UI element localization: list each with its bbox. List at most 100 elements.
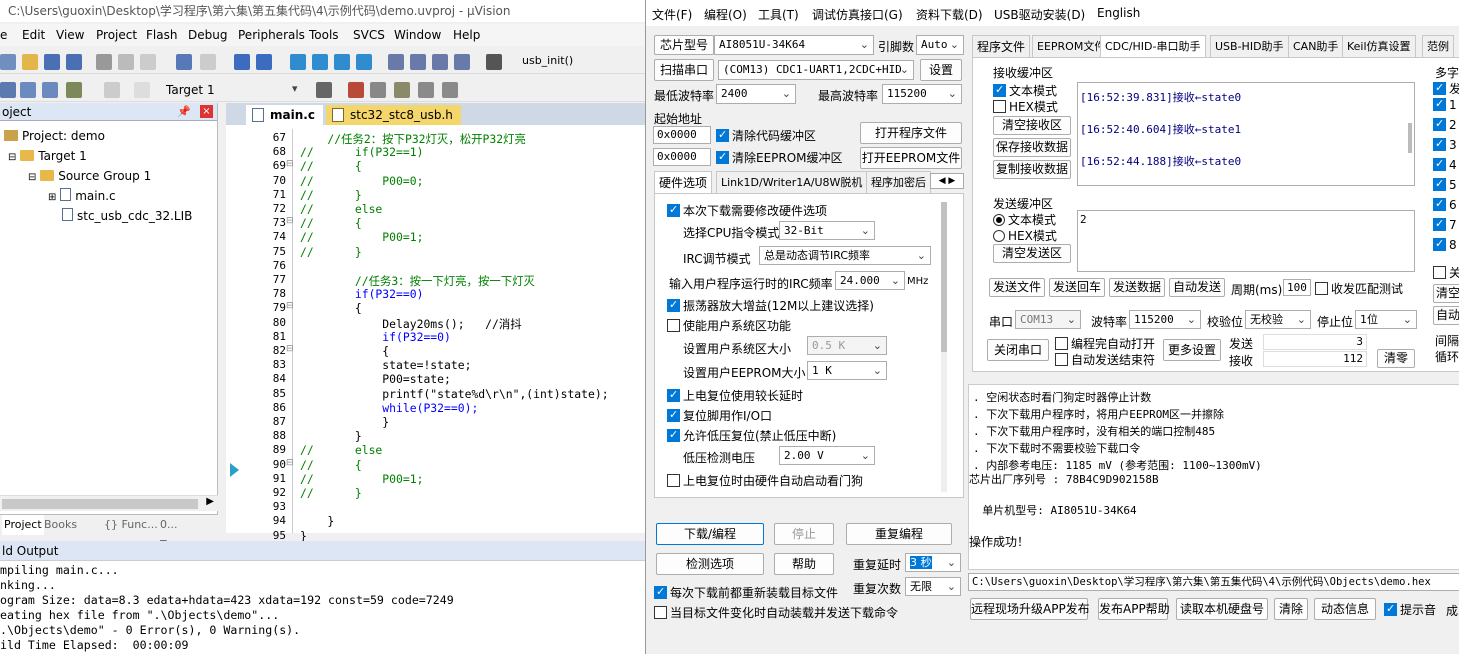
user-sys-size-select[interactable]: 0.5 K ⌄ [807,336,887,355]
eeprom-size-select[interactable]: 1 K ⌄ [807,361,887,380]
tree-file-lib[interactable]: stc_usb_cdc_32.LIB [62,207,192,225]
code-line[interactable]: // else [300,443,382,457]
target-select[interactable]: Target 1 [166,83,215,97]
fold-icon[interactable]: ⊟ [286,344,294,354]
collapse-icon[interactable]: ⊟ [8,152,16,163]
fold-icon[interactable]: ⊟ [286,301,294,311]
cut-icon[interactable] [96,54,112,70]
reprogram-button[interactable]: 重复编程 [846,523,952,545]
tab-cdc-serial[interactable]: CDC/HID-串口助手 [1100,35,1206,57]
modify-hw-checkbox[interactable]: 本次下载需要修改硬件选项 [667,202,827,219]
nav-forward-icon[interactable] [256,54,272,70]
tab-keil-sim[interactable]: Keil仿真设置 [1342,35,1416,57]
multi-item-checkbox[interactable]: 3 [1433,137,1457,152]
check-options-button[interactable]: 检测选项 [656,553,764,575]
port-settings-button[interactable]: 设置 [920,59,962,81]
code-editor[interactable]: main.c stc32_stc8_usb.h 67 //任务2：按下P32灯灭… [226,103,645,543]
multi-item-checkbox[interactable]: 8 [1433,237,1457,252]
editor-tab-header[interactable]: stc32_stc8_usb.h [326,105,461,125]
scroll-right-icon[interactable]: ▶ [206,496,214,507]
undo-icon[interactable] [176,54,192,70]
irc-mode-select[interactable]: 总是动态调节IRC频率 ⌄ [759,246,931,265]
fold-icon[interactable]: ⊟ [286,216,294,226]
target-options-icon[interactable] [316,82,332,98]
lvr-checkbox[interactable]: 允许低压复位(禁止低压中断) [667,427,836,444]
save-all-icon[interactable] [66,54,82,70]
reset-io-checkbox[interactable]: 复位脚用作I/O口 [667,407,772,424]
pin-count-select[interactable]: Auto ⌄ [916,35,964,55]
publish-help-button[interactable]: 发布APP帮助 [1098,598,1170,620]
log-area[interactable]: . 空闲状态时看门狗定时器停止计数 . 下次下载用户程序时，将用户EEPROM区… [968,384,1459,570]
multi-item-checkbox[interactable]: 7 [1433,217,1457,232]
download-program-button[interactable]: 下载/编程 [656,523,764,545]
irc-freq-input[interactable]: 24.000 ⌄ [835,271,905,290]
select-packs-icon[interactable] [394,82,410,98]
open-file-icon[interactable] [22,54,38,70]
rx-text-mode-checkbox[interactable]: 文本模式 [993,82,1057,99]
tab-project[interactable]: Project [2,515,44,535]
scrollbar-thumb[interactable] [941,202,947,352]
rx-hex-mode-checkbox[interactable]: HEX模式 [993,98,1058,115]
min-baud-select[interactable]: 2400 ⌄ [716,84,796,104]
new-file-icon[interactable] [0,54,16,70]
menu-project[interactable]: Project [96,24,137,46]
auto-send-button[interactable]: 自动发送 [1169,278,1225,297]
uncomment-icon[interactable] [454,54,470,70]
isp-menu-program[interactable]: 编程(O) [704,6,747,23]
period-input[interactable]: 100 [1283,279,1311,296]
collapse-icon[interactable]: ⊟ [28,172,36,183]
tx-text-area[interactable]: 2 [1077,210,1415,272]
isp-menu-tools[interactable]: 工具(T) [758,6,799,23]
menu-view[interactable]: View [56,24,84,46]
code-start-address-input[interactable]: 0x0000 [653,126,711,144]
chevron-down-icon[interactable]: ▾ [292,82,298,95]
osc-gain-checkbox[interactable]: 振荡器放大增益(12M以上建议选择) [667,297,874,314]
remote-upgrade-button[interactable]: 远程现场升级APP发布 [970,598,1090,620]
hw-options-scrollbar[interactable] [941,202,947,492]
scrollbar-thumb[interactable] [2,499,198,509]
multi-item-checkbox[interactable]: 6 [1433,197,1457,212]
parity-select[interactable]: 无校验 ⌄ [1245,310,1311,329]
repeat-delay-select[interactable]: 3 秒 ⌄ [905,553,961,572]
indent-icon[interactable] [388,54,404,70]
save-icon[interactable] [44,54,60,70]
tab-offline[interactable]: Link1D/Writer1A/U8W脱机 [716,171,868,193]
manage-books-icon[interactable] [370,82,386,98]
tx-clear-button[interactable]: 清空发送区 [993,244,1071,263]
tx-text-mode-radio[interactable]: 文本模式 [993,211,1056,228]
code-line[interactable]: state=!state; [300,358,471,372]
find-in-files-icon[interactable] [486,54,502,70]
isp-menu-usb[interactable]: USB驱动安装(D) [994,6,1085,23]
run-time-env-icon[interactable] [442,82,458,98]
rx-save-button[interactable]: 保存接收数据 [993,138,1071,157]
isp-menu-english[interactable]: English [1097,6,1140,20]
menu-edit[interactable]: Edit [22,24,45,46]
code-line[interactable]: } [300,429,362,443]
close-icon[interactable]: × [200,105,213,118]
tx-hex-mode-radio[interactable]: HEX模式 [993,227,1057,244]
multi-auto-button[interactable]: 自动 [1433,306,1459,325]
code-line[interactable]: if(P32==0) [300,287,424,301]
hex-path-field[interactable]: C:\Users\guoxin\Desktop\学习程序\第六集\第五集代码\4… [968,573,1459,591]
eeprom-start-address-input[interactable]: 0x0000 [653,148,711,166]
tab-books[interactable]: Books [44,515,77,535]
menu-svcs[interactable]: SVCS [353,24,385,46]
code-line[interactable]: // } [300,188,362,202]
fold-icon[interactable]: ⊟ [286,458,294,468]
tree-group[interactable]: ⊟ Source Group 1 [28,167,151,185]
tree-file-main[interactable]: ⊞ main.c [48,187,116,205]
code-line[interactable]: // else [300,202,382,216]
tab-usb-hid[interactable]: USB-HID助手 [1210,35,1289,57]
menu-window[interactable]: Window [394,24,441,46]
pack-installer-icon[interactable] [418,82,434,98]
clear-eeprom-buffer-checkbox[interactable]: 清除EEPROM缓冲区 [716,149,843,166]
paste-icon[interactable] [140,54,156,70]
isp-menu-debug[interactable]: 调试仿真接口(G) [812,6,903,23]
power-delay-checkbox[interactable]: 上电复位使用较长延时 [667,387,803,404]
send-file-button[interactable]: 发送文件 [989,278,1045,297]
function-combo[interactable]: usb_init() [522,54,573,67]
more-settings-button[interactable]: 更多设置 [1163,339,1221,361]
menu-file[interactable]: e [0,24,7,46]
stop-build-icon[interactable] [104,82,120,98]
auto-end-checkbox[interactable]: 自动发送结束符 [1055,351,1155,368]
